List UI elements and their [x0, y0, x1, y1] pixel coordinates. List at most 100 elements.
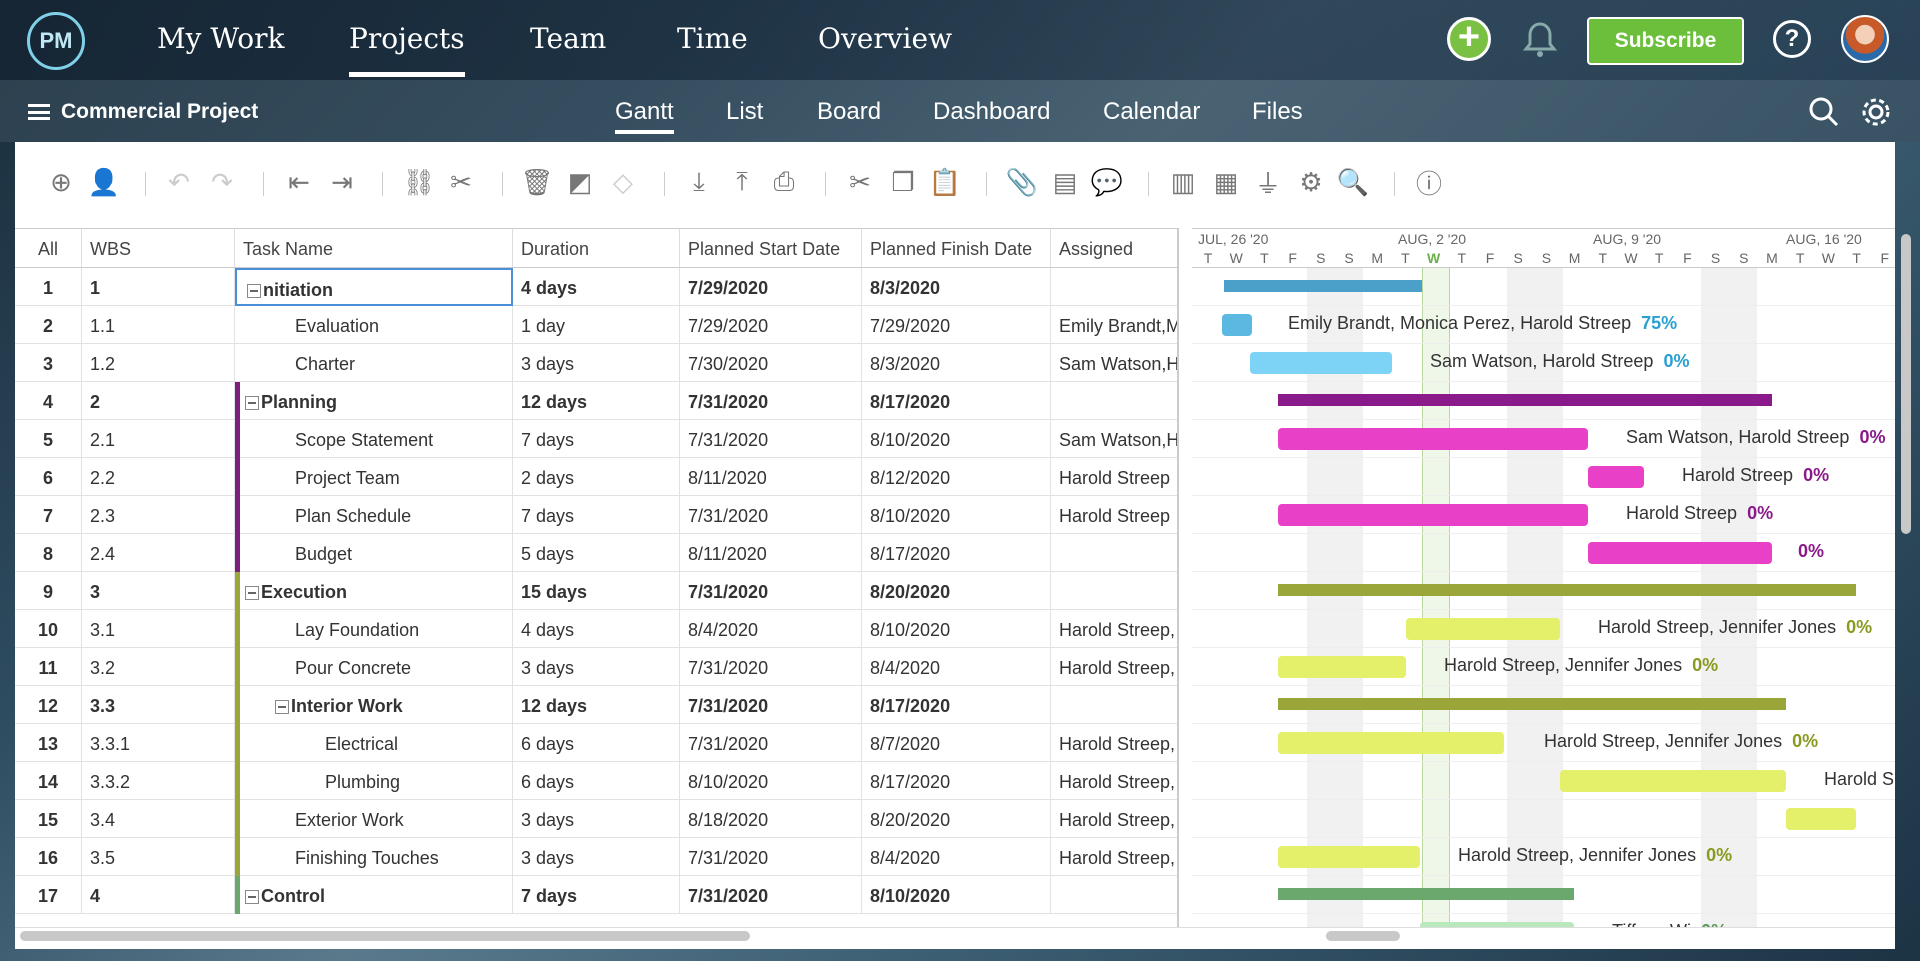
- wbs-cell[interactable]: 4: [82, 876, 235, 914]
- wbs-cell[interactable]: 2: [82, 382, 235, 420]
- assigned-cell[interactable]: Harold Streep,: [1051, 648, 1177, 686]
- duration-cell[interactable]: 12 days: [513, 382, 680, 420]
- table-row[interactable]: 10 3.1 Lay Foundation 4 days 8/4/2020 8/10/20…: [15, 610, 1177, 648]
- duration-cell[interactable]: 3 days: [513, 800, 680, 838]
- help-icon[interactable]: ?: [1773, 20, 1811, 58]
- wbs-cell[interactable]: 2.3: [82, 496, 235, 534]
- paste-icon[interactable]: 📋: [929, 166, 961, 198]
- start-date-cell[interactable]: 8/4/2020: [680, 610, 862, 648]
- milestone-icon[interactable]: ◇: [607, 166, 639, 198]
- col-duration[interactable]: Duration: [513, 228, 680, 268]
- start-date-cell[interactable]: 7/31/2020: [680, 838, 862, 876]
- tab-gantt[interactable]: Gantt: [615, 98, 674, 134]
- start-date-cell[interactable]: 8/11/2020: [680, 534, 862, 572]
- row-number[interactable]: 10: [15, 610, 82, 648]
- table-row[interactable]: 16 3.5 Finishing Touches 3 days 7/31/2020 8/4…: [15, 838, 1177, 876]
- start-date-cell[interactable]: 7/29/2020: [680, 306, 862, 344]
- finish-date-cell[interactable]: 8/4/2020: [862, 838, 1051, 876]
- finish-date-cell[interactable]: 8/3/2020: [862, 344, 1051, 382]
- duration-cell[interactable]: 6 days: [513, 762, 680, 800]
- row-number[interactable]: 15: [15, 800, 82, 838]
- col-wbs[interactable]: WBS: [82, 228, 235, 268]
- wbs-cell[interactable]: 3.4: [82, 800, 235, 838]
- assigned-cell[interactable]: [1051, 876, 1177, 914]
- task-name-cell[interactable]: Electrical: [235, 724, 513, 762]
- col-assigned[interactable]: Assigned: [1051, 228, 1177, 268]
- add-task-icon[interactable]: ⊕: [45, 166, 77, 198]
- wbs-cell[interactable]: 2.1: [82, 420, 235, 458]
- start-date-cell[interactable]: 7/31/2020: [680, 496, 862, 534]
- duration-cell[interactable]: 7 days: [513, 876, 680, 914]
- start-date-cell[interactable]: 8/18/2020: [680, 800, 862, 838]
- assigned-cell[interactable]: [1051, 382, 1177, 420]
- nav-projects[interactable]: Projects: [349, 22, 465, 77]
- duration-cell[interactable]: 4 days: [513, 610, 680, 648]
- bell-icon[interactable]: [1522, 20, 1558, 60]
- task-name-cell[interactable]: Control: [235, 876, 513, 914]
- finish-date-cell[interactable]: 8/17/2020: [862, 382, 1051, 420]
- zoom-icon[interactable]: 🔍: [1337, 166, 1369, 198]
- wbs-cell[interactable]: 3: [82, 572, 235, 610]
- task-name-cell[interactable]: Pour Concrete: [235, 648, 513, 686]
- assigned-cell[interactable]: Harold Streep,: [1051, 724, 1177, 762]
- logo[interactable]: PM: [27, 12, 85, 70]
- search-icon[interactable]: [1808, 96, 1840, 128]
- start-date-cell[interactable]: 7/31/2020: [680, 724, 862, 762]
- start-date-cell[interactable]: 7/31/2020: [680, 876, 862, 914]
- duration-cell[interactable]: 3 days: [513, 838, 680, 876]
- outdent-icon[interactable]: ⇤: [283, 166, 315, 198]
- assigned-cell[interactable]: [1051, 572, 1177, 610]
- finish-date-cell[interactable]: 8/17/2020: [862, 534, 1051, 572]
- task-name-cell[interactable]: Interior Work: [235, 686, 513, 724]
- table-row[interactable]: 15 3.4 Exterior Work 3 days 8/18/2020 8/20/20…: [15, 800, 1177, 838]
- col-finish[interactable]: Planned Finish Date: [862, 228, 1051, 268]
- task-name-cell[interactable]: Project Team: [235, 458, 513, 496]
- summary-bar-interior[interactable]: [1278, 698, 1786, 710]
- duration-cell[interactable]: 7 days: [513, 420, 680, 458]
- row-number[interactable]: 13: [15, 724, 82, 762]
- summary-bar-control[interactable]: [1278, 888, 1574, 900]
- duration-cell[interactable]: 12 days: [513, 686, 680, 724]
- assigned-cell[interactable]: Harold Streep,: [1051, 800, 1177, 838]
- import-icon[interactable]: ⤓: [683, 166, 715, 198]
- assigned-cell[interactable]: Harold Streep: [1051, 496, 1177, 534]
- nav-time[interactable]: Time: [677, 22, 748, 55]
- wbs-cell[interactable]: 3.3.2: [82, 762, 235, 800]
- assigned-cell[interactable]: Harold Streep,: [1051, 762, 1177, 800]
- start-date-cell[interactable]: 7/31/2020: [680, 648, 862, 686]
- project-title[interactable]: Commercial Project: [61, 100, 258, 124]
- table-row[interactable]: 17 4 Control 7 days 7/31/2020 8/10/2020: [15, 876, 1177, 914]
- vertical-scrollbar[interactable]: [1901, 234, 1911, 534]
- task-bar-concrete[interactable]: [1278, 656, 1406, 678]
- start-date-cell[interactable]: 7/31/2020: [680, 686, 862, 724]
- finish-date-cell[interactable]: 8/17/2020: [862, 762, 1051, 800]
- table-row[interactable]: 2 1.1 Evaluation 1 day 7/29/2020 7/29/2020 Emi…: [15, 306, 1177, 344]
- wbs-cell[interactable]: 3.1: [82, 610, 235, 648]
- summary-bar-initiation[interactable]: [1224, 280, 1422, 292]
- col-task-name[interactable]: Task Name: [235, 228, 513, 268]
- table-row[interactable]: 8 2.4 Budget 5 days 8/11/2020 8/17/2020: [15, 534, 1177, 572]
- notes-icon[interactable]: ▤: [1049, 166, 1081, 198]
- duration-cell[interactable]: 15 days: [513, 572, 680, 610]
- redo-icon[interactable]: ↷: [206, 166, 238, 198]
- summary-bar-execution[interactable]: [1278, 584, 1856, 596]
- comment-icon[interactable]: 💬: [1091, 166, 1123, 198]
- row-number[interactable]: 1: [15, 268, 82, 306]
- finish-date-cell[interactable]: 8/3/2020: [862, 268, 1051, 306]
- task-bar-schedule[interactable]: [1278, 504, 1588, 526]
- row-number[interactable]: 4: [15, 382, 82, 420]
- task-name-cell[interactable]: Planning: [235, 382, 513, 420]
- filter-icon[interactable]: ⏚: [1252, 166, 1284, 199]
- assigned-cell[interactable]: Sam Watson,H: [1051, 344, 1177, 382]
- table-row[interactable]: 4 2 Planning 12 days 7/31/2020 8/17/2020: [15, 382, 1177, 420]
- settings-icon[interactable]: ⚙: [1295, 166, 1327, 198]
- table-row[interactable]: 12 3.3 Interior Work 12 days 7/31/2020 8/17/2…: [15, 686, 1177, 724]
- cut-icon[interactable]: ✂: [844, 166, 876, 198]
- delete-icon[interactable]: 🗑: [521, 166, 554, 198]
- assigned-cell[interactable]: [1051, 268, 1177, 306]
- duration-cell[interactable]: 1 day: [513, 306, 680, 344]
- start-date-cell[interactable]: 7/30/2020: [680, 344, 862, 382]
- assigned-cell[interactable]: Harold Streep,: [1051, 610, 1177, 648]
- tab-list[interactable]: List: [726, 98, 763, 126]
- finish-date-cell[interactable]: 8/20/2020: [862, 572, 1051, 610]
